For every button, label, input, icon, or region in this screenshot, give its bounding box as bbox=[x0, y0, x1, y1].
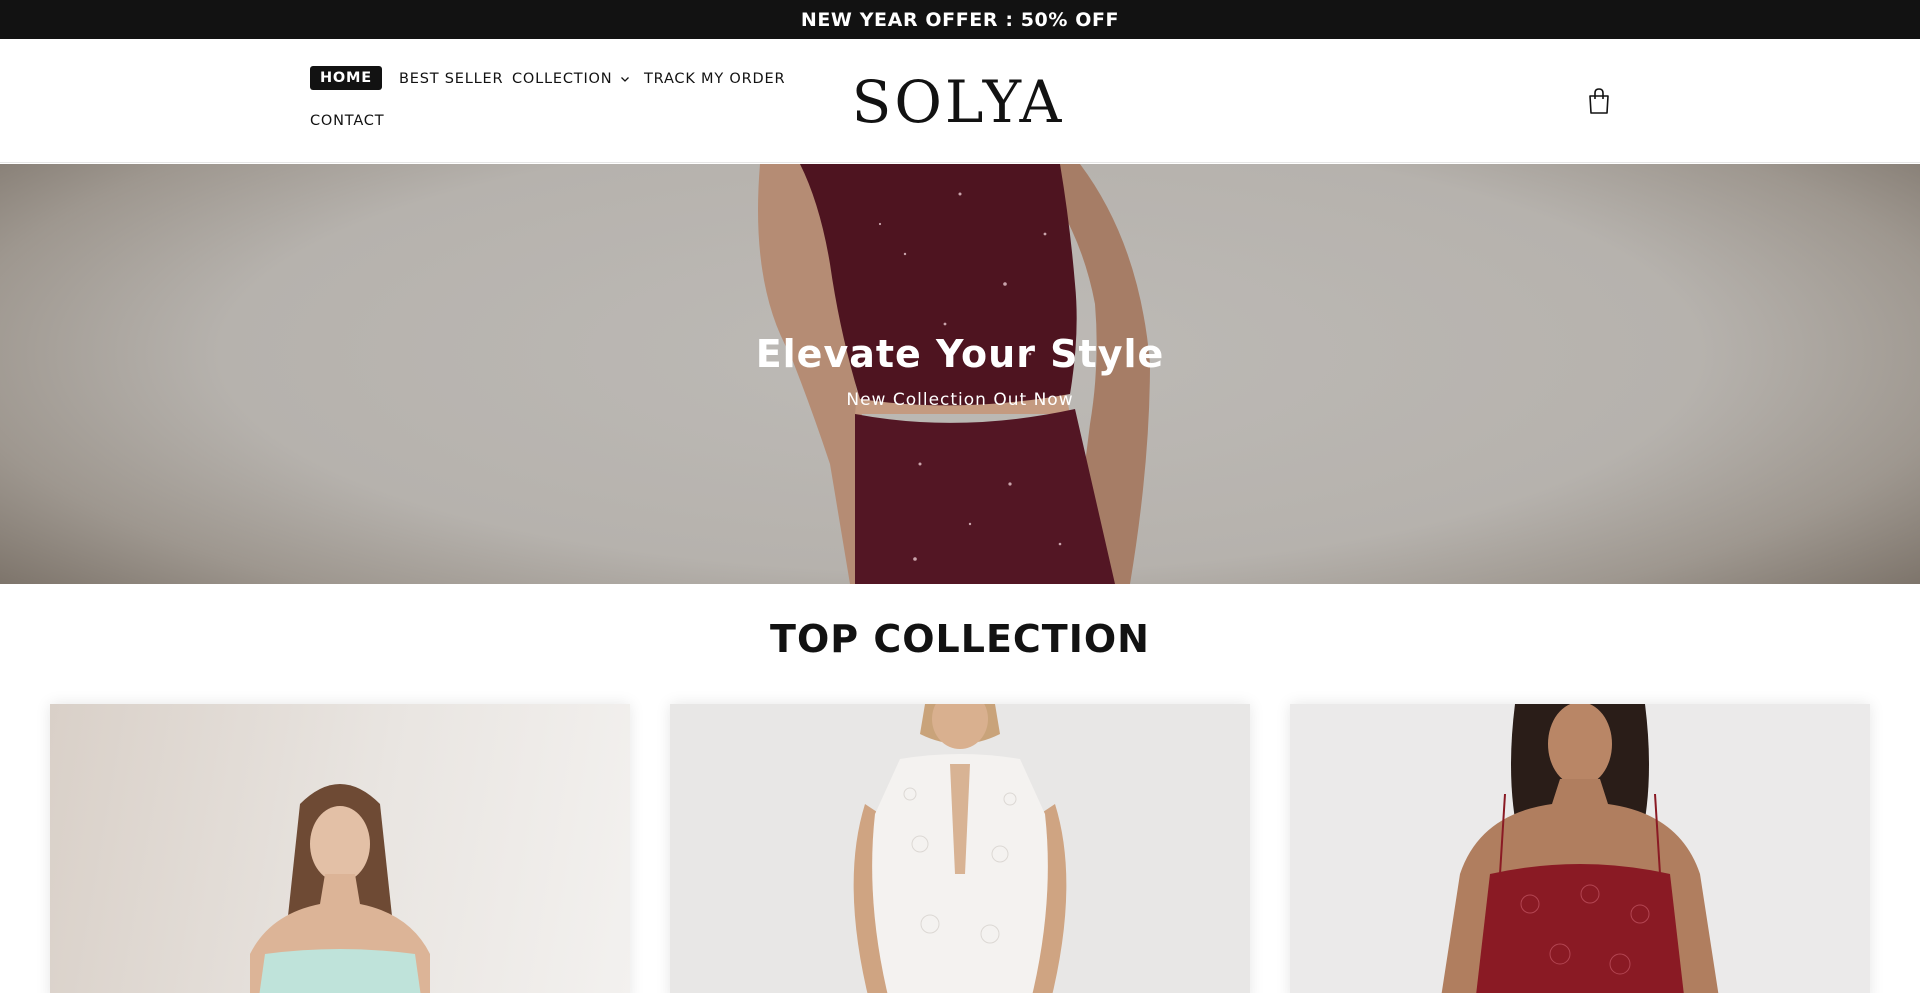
hero-banner[interactable]: Elevate Your Style New Collection Out No… bbox=[0, 164, 1920, 584]
nav-track-order[interactable]: TRACK MY ORDER bbox=[644, 71, 785, 87]
nav-collection[interactable]: COLLECTION bbox=[512, 71, 632, 87]
shopping-bag-icon[interactable] bbox=[1585, 86, 1613, 116]
product-image bbox=[853, 704, 1067, 993]
product-image bbox=[1441, 704, 1719, 993]
hero-title: Elevate Your Style bbox=[755, 332, 1165, 376]
nav-home[interactable]: HOME bbox=[310, 66, 382, 90]
top-collection-title: TOP COLLECTION bbox=[770, 617, 1150, 661]
collection-card[interactable] bbox=[50, 704, 630, 993]
collection-card[interactable] bbox=[670, 704, 1250, 993]
announcement-bar: NEW YEAR OFFER : 50% OFF bbox=[0, 0, 1920, 39]
nav-best-seller[interactable]: BEST SELLER bbox=[399, 71, 503, 87]
nav-collection-label: COLLECTION bbox=[512, 71, 613, 87]
hero-subtitle: New Collection Out Now bbox=[846, 390, 1074, 410]
nav-contact[interactable]: CONTACT bbox=[310, 113, 384, 129]
announcement-text: NEW YEAR OFFER : 50% OFF bbox=[800, 8, 1120, 31]
chevron-down-icon bbox=[621, 77, 630, 82]
site-header: HOME BEST SELLER COLLECTION TRACK MY ORD… bbox=[0, 39, 1920, 163]
site-logo[interactable]: SOLYA bbox=[848, 67, 1068, 137]
product-image bbox=[250, 784, 430, 993]
main-nav: HOME BEST SELLER COLLECTION TRACK MY ORD… bbox=[310, 39, 810, 163]
collection-card[interactable] bbox=[1290, 704, 1870, 993]
